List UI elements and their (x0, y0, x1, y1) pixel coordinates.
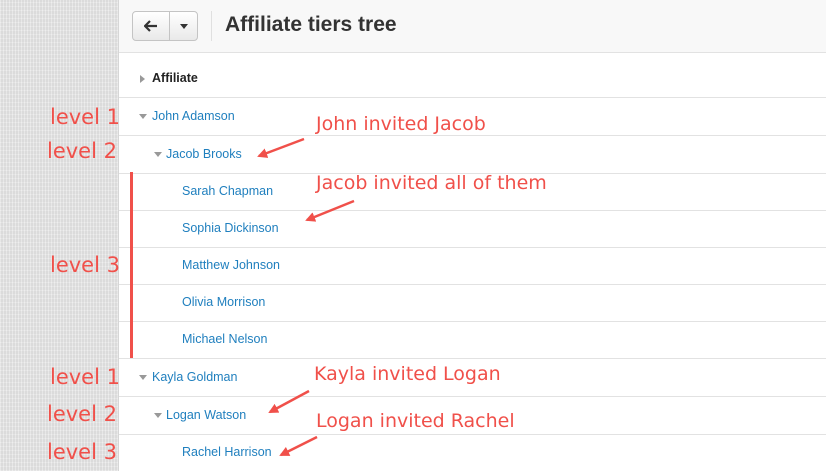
page-header: Affiliate tiers tree (119, 0, 826, 53)
caret-down-icon (179, 23, 188, 29)
history-dropdown-button[interactable] (170, 12, 197, 40)
header-divider (211, 11, 212, 41)
tree-row: Rachel Harrison (119, 434, 826, 471)
level-label: level 1 (50, 105, 120, 129)
affiliate-link[interactable]: Logan Watson (166, 397, 246, 434)
affiliate-link[interactable]: Rachel Harrison (182, 434, 272, 471)
affiliate-link[interactable]: Kayla Goldman (152, 359, 237, 396)
tree-row: Sophia Dickinson (119, 210, 826, 248)
tree-row: Jacob Brooks (119, 136, 826, 174)
affiliate-link[interactable]: Sophia Dickinson (182, 210, 279, 247)
arrow-left-icon (144, 20, 157, 32)
caret-right-icon (138, 60, 147, 97)
caret-down-icon[interactable] (153, 136, 162, 173)
column-header-affiliate: Affiliate (152, 71, 198, 85)
affiliate-link[interactable]: Olivia Morrison (182, 284, 265, 321)
affiliate-link[interactable]: John Adamson (152, 98, 235, 135)
caret-down-icon[interactable] (153, 397, 162, 434)
page-title: Affiliate tiers tree (225, 13, 397, 36)
affiliate-link[interactable]: Sarah Chapman (182, 173, 273, 210)
caret-down-icon[interactable] (138, 98, 147, 135)
tree-row: Olivia Morrison (119, 284, 826, 322)
affiliate-link[interactable]: Jacob Brooks (166, 136, 242, 173)
annotation-note: Kayla invited Logan (314, 363, 501, 385)
level-label: level 2 (47, 402, 117, 426)
level-label: level 3 (47, 440, 117, 464)
content-panel: Affiliate tiers tree Affiliate John Adam… (118, 0, 826, 471)
annotation-note: Jacob invited all of them (316, 172, 547, 194)
affiliate-link[interactable]: Michael Nelson (182, 321, 267, 358)
level-label: level 1 (50, 365, 120, 389)
back-button-group (132, 11, 198, 41)
level-label: level 2 (47, 139, 117, 163)
caret-down-icon[interactable] (138, 359, 147, 396)
tree-header-row[interactable]: Affiliate (119, 60, 826, 98)
tree-row: Matthew Johnson (119, 247, 826, 285)
back-button[interactable] (133, 12, 170, 40)
affiliate-link[interactable]: Matthew Johnson (182, 247, 280, 284)
tree-row: Michael Nelson (119, 321, 826, 359)
annotation-note: John invited Jacob (316, 113, 486, 135)
level-label: level 3 (50, 253, 120, 277)
annotation-note: Logan invited Rachel (316, 410, 515, 432)
level-3-bracket (130, 172, 133, 358)
